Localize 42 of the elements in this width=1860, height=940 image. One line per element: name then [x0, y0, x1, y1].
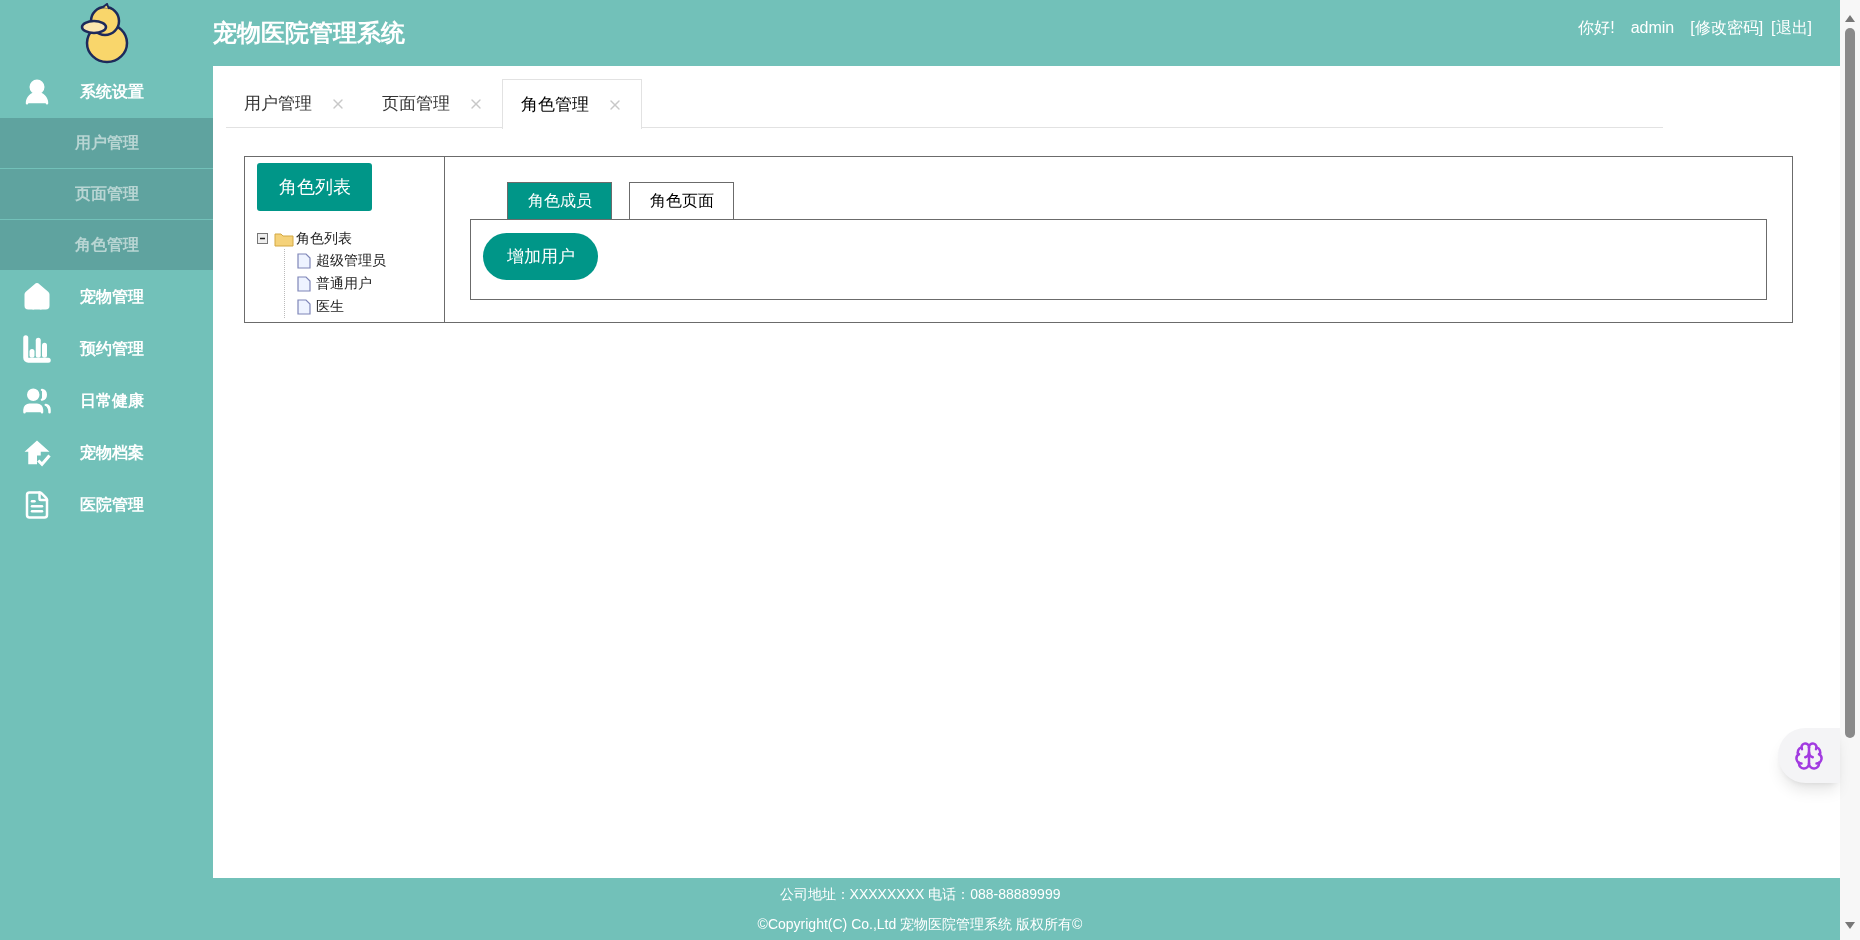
app-title: 宠物医院管理系统: [213, 18, 405, 48]
home-icon: [22, 282, 52, 312]
folder-icon: [274, 230, 294, 247]
tree-node-label[interactable]: 超级管理员: [316, 250, 386, 271]
page-tab[interactable]: 页面管理: [364, 79, 502, 128]
footer-text: ©Copyright(C) Co.,Ltd 宠物医院管理系统 版权所有©: [757, 914, 1083, 934]
sub-tab[interactable]: 角色成员: [507, 182, 612, 219]
tree-root-label[interactable]: 角色列表: [296, 228, 352, 249]
brain-icon[interactable]: [1794, 740, 1824, 771]
file-icon: [297, 298, 311, 315]
tree-node-label[interactable]: 医生: [316, 296, 344, 317]
add-user-button[interactable]: 增加用户: [483, 233, 598, 280]
footer-text: 公司地址：XXXXXXXX 电话：088-88889999: [779, 884, 1061, 904]
sidebar-item[interactable]: 宠物管理: [0, 271, 213, 323]
sub-tab[interactable]: 角色页面: [629, 182, 734, 219]
page-tab[interactable]: 用户管理: [226, 79, 364, 128]
sidebar-item[interactable]: 医院管理: [0, 479, 213, 531]
bar-chart-icon: [22, 334, 52, 364]
header-link[interactable]: [修改密码]: [1690, 16, 1764, 40]
scrollbar[interactable]: [1840, 0, 1860, 940]
scroll-down-icon[interactable]: [1845, 922, 1855, 930]
file-icon: [297, 252, 311, 269]
role-list-button[interactable]: 角色列表: [257, 163, 372, 211]
header-link[interactable]: [退出]: [1771, 16, 1812, 40]
scroll-up-icon[interactable]: [1845, 14, 1855, 22]
scrollbar-thumb[interactable]: [1845, 28, 1855, 738]
users-icon: [22, 386, 52, 416]
file-icon: [297, 275, 311, 292]
tree-node-label[interactable]: 普通用户: [316, 273, 372, 294]
house-check-icon: [22, 438, 52, 468]
sidebar-item[interactable]: 预约管理: [0, 323, 213, 375]
submenu-item[interactable]: 角色管理: [0, 220, 213, 271]
username-text: admin: [1630, 18, 1675, 38]
submenu-item[interactable]: 用户管理: [0, 118, 213, 169]
submenu-item[interactable]: 页面管理: [0, 169, 213, 220]
collapse-toggle-icon[interactable]: [257, 233, 268, 244]
sidebar-item[interactable]: 系统设置: [0, 66, 213, 118]
sidebar-item[interactable]: 日常健康: [0, 375, 213, 427]
greeting-text: 你好!: [1578, 18, 1615, 38]
page-tab[interactable]: 角色管理: [502, 79, 642, 129]
floating-widget[interactable]: [1778, 728, 1840, 783]
sidebar-item[interactable]: 宠物档案: [0, 427, 213, 479]
